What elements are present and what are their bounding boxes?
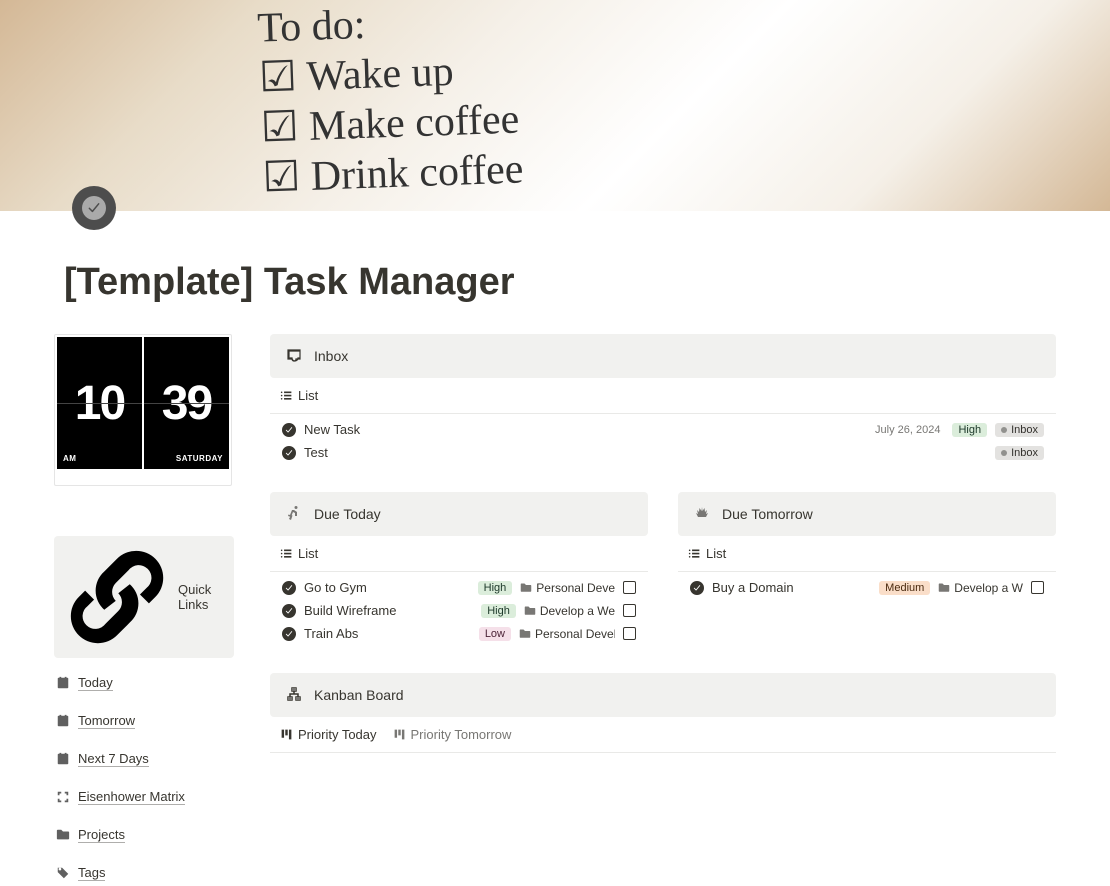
task-date: July 26, 2024 bbox=[875, 424, 940, 436]
task-title: Buy a Domain bbox=[712, 580, 794, 595]
quick-link-today[interactable]: Today bbox=[54, 670, 234, 696]
clock-ampm: AM bbox=[63, 454, 76, 463]
task-status-icon bbox=[282, 581, 296, 595]
inbox-header[interactable]: Inbox bbox=[270, 334, 1056, 378]
due-today-header[interactable]: Due Today bbox=[270, 492, 648, 536]
page-title: [Template] Task Manager bbox=[64, 261, 1110, 304]
task-status-icon bbox=[282, 423, 296, 437]
task-title: Go to Gym bbox=[304, 580, 367, 595]
task-status-icon bbox=[282, 604, 296, 618]
running-icon bbox=[286, 506, 302, 522]
inbox-title: Inbox bbox=[314, 348, 348, 364]
due-today-title: Due Today bbox=[314, 506, 381, 522]
list-icon bbox=[688, 547, 701, 560]
palm-icon bbox=[694, 506, 710, 522]
due-tomorrow-task-list: Buy a Domain Medium Develop a W bbox=[678, 572, 1056, 613]
list-icon bbox=[280, 547, 293, 560]
task-project: Develop a W bbox=[938, 581, 1023, 595]
kanban-tab-priority-today[interactable]: Priority Today bbox=[280, 725, 377, 744]
board-icon bbox=[393, 728, 406, 741]
list-icon bbox=[280, 389, 293, 402]
task-row[interactable]: Buy a Domain Medium Develop a W bbox=[678, 576, 1056, 599]
calendar-icon bbox=[56, 714, 70, 728]
quick-links-title: Quick Links bbox=[178, 582, 222, 612]
task-row[interactable]: New Task July 26, 2024 High Inbox bbox=[270, 418, 1056, 441]
task-project: Personal Devel bbox=[519, 627, 615, 641]
task-row[interactable]: Build Wireframe High Develop a We bbox=[270, 599, 648, 622]
priority-tag: Medium bbox=[879, 581, 930, 595]
folder-icon bbox=[524, 605, 536, 617]
calendar-week-icon bbox=[56, 752, 70, 766]
folder-icon bbox=[938, 582, 950, 594]
bucket-tag: Inbox bbox=[995, 446, 1044, 460]
quick-link-eisenhower-matrix[interactable]: Eisenhower Matrix bbox=[54, 784, 234, 810]
calendar-day-icon bbox=[56, 676, 70, 690]
task-checkbox[interactable] bbox=[623, 581, 636, 594]
sitemap-icon bbox=[286, 687, 302, 703]
quick-links-header: Quick Links bbox=[54, 536, 234, 658]
due-today-task-list: Go to Gym High Personal Deve Build Wirefram… bbox=[270, 572, 648, 659]
kanban-tab-priority-tomorrow[interactable]: Priority Tomorrow bbox=[393, 725, 512, 744]
priority-tag: High bbox=[478, 581, 513, 595]
task-status-icon bbox=[690, 581, 704, 595]
due-today-view-list[interactable]: List bbox=[280, 544, 318, 563]
clock-minute: 39 bbox=[162, 376, 211, 431]
due-tomorrow-header[interactable]: Due Tomorrow bbox=[678, 492, 1056, 536]
task-status-icon bbox=[282, 446, 296, 460]
folder-icon bbox=[520, 582, 532, 594]
task-row[interactable]: Test Inbox bbox=[270, 441, 1056, 464]
task-title: Train Abs bbox=[304, 626, 358, 641]
priority-tag: Low bbox=[479, 627, 511, 641]
board-icon bbox=[280, 728, 293, 741]
kanban-title: Kanban Board bbox=[314, 687, 404, 703]
task-title: Build Wireframe bbox=[304, 603, 396, 618]
priority-tag: High bbox=[481, 604, 516, 618]
task-project: Develop a We bbox=[524, 604, 615, 618]
clock-hour: 10 bbox=[75, 376, 124, 431]
folder-icon bbox=[519, 628, 531, 640]
inbox-task-list: New Task July 26, 2024 High Inbox Test Inbox bbox=[270, 414, 1056, 478]
priority-tag: High bbox=[952, 423, 987, 437]
task-checkbox[interactable] bbox=[1031, 581, 1044, 594]
tag-icon bbox=[56, 866, 70, 880]
cover-image bbox=[0, 0, 1110, 211]
task-title: Test bbox=[304, 445, 328, 460]
quick-link-tomorrow[interactable]: Tomorrow bbox=[54, 708, 234, 734]
task-title: New Task bbox=[304, 422, 360, 437]
expand-icon bbox=[56, 790, 70, 804]
kanban-header[interactable]: Kanban Board bbox=[270, 673, 1056, 717]
inbox-view-tabs: List bbox=[270, 378, 1056, 414]
task-row[interactable]: Go to Gym High Personal Deve bbox=[270, 576, 648, 599]
task-checkbox[interactable] bbox=[623, 604, 636, 617]
inbox-view-list[interactable]: List bbox=[280, 386, 318, 405]
folder-icon bbox=[56, 828, 70, 842]
inbox-icon bbox=[286, 348, 302, 364]
kanban-tabs: Priority Today Priority Tomorrow bbox=[270, 717, 1056, 753]
clock-widget: 10 AM 39 SATURDAY bbox=[54, 334, 232, 486]
quick-link-next-7-days[interactable]: Next 7 Days bbox=[54, 746, 234, 772]
link-icon bbox=[66, 546, 168, 648]
bucket-tag: Inbox bbox=[995, 423, 1044, 437]
task-project: Personal Deve bbox=[520, 581, 615, 595]
quick-link-tags[interactable]: Tags bbox=[54, 860, 234, 886]
page-icon[interactable] bbox=[72, 186, 116, 230]
task-status-icon bbox=[282, 627, 296, 641]
due-tomorrow-title: Due Tomorrow bbox=[722, 506, 813, 522]
task-row[interactable]: Train Abs Low Personal Devel bbox=[270, 622, 648, 645]
quick-link-projects[interactable]: Projects bbox=[54, 822, 234, 848]
clock-day: SATURDAY bbox=[176, 454, 223, 463]
task-checkbox[interactable] bbox=[623, 627, 636, 640]
due-tomorrow-view-list[interactable]: List bbox=[688, 544, 726, 563]
